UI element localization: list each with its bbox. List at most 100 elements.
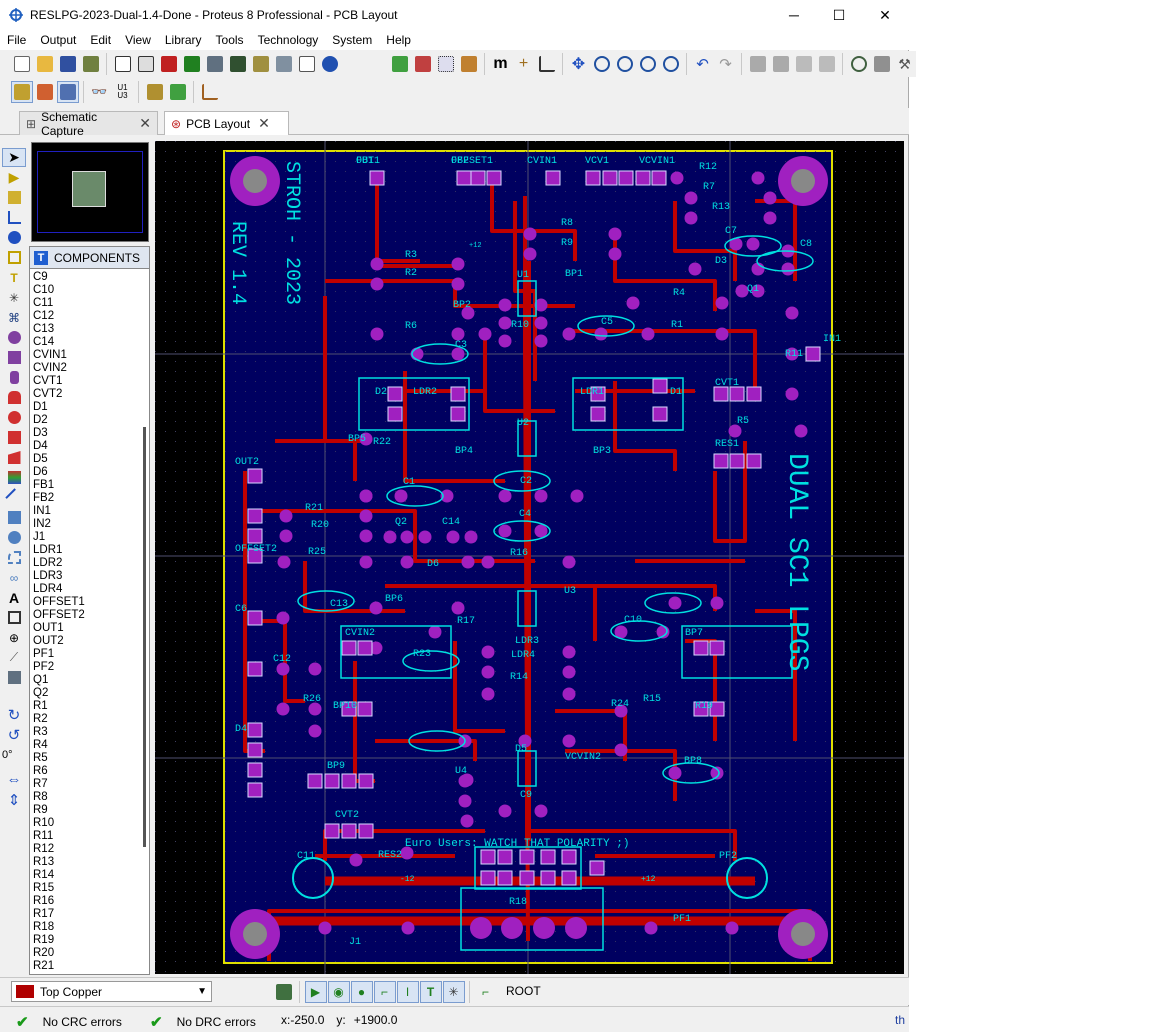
arc-mode-icon[interactable] bbox=[2, 548, 26, 567]
rotation-angle-field[interactable]: 0° bbox=[2, 745, 26, 764]
component-list-item[interactable]: CVT1 bbox=[32, 375, 138, 388]
filter-tracks-icon[interactable]: ⌐ bbox=[373, 981, 396, 1003]
component-list-item[interactable]: R5 bbox=[32, 752, 138, 765]
rotate-anticlockwise-icon[interactable]: ↺ bbox=[2, 725, 26, 744]
connectivity-icon[interactable]: ✳ bbox=[2, 288, 26, 307]
component-list-item[interactable]: R4 bbox=[32, 739, 138, 752]
component-list-item[interactable]: R11 bbox=[32, 830, 138, 843]
refresh-icon[interactable] bbox=[389, 53, 411, 75]
import-icon[interactable] bbox=[80, 53, 102, 75]
layers-stack-icon[interactable] bbox=[273, 981, 295, 1003]
redo-icon[interactable]: ↷ bbox=[715, 53, 737, 75]
component-list-item[interactable]: OUT2 bbox=[32, 635, 138, 648]
pcb-editing-canvas[interactable]: STROH - 2023 REV 1.4 DUAL SC1 LPGS Euro Use… bbox=[155, 141, 904, 974]
block-copy-icon[interactable] bbox=[747, 53, 769, 75]
filter-vias-icon[interactable]: ● bbox=[350, 981, 373, 1003]
open-folder-icon[interactable] bbox=[34, 53, 56, 75]
new-file-icon[interactable] bbox=[11, 53, 33, 75]
component-list-item[interactable]: LDR3 bbox=[32, 570, 138, 583]
marker-mode-icon[interactable]: ⊕ bbox=[2, 628, 26, 647]
dil-pad-icon[interactable] bbox=[2, 368, 26, 387]
component-list-item[interactable]: R2 bbox=[32, 713, 138, 726]
menu-library[interactable]: Library bbox=[158, 30, 209, 50]
zoom-area-icon[interactable] bbox=[660, 53, 682, 75]
selection-mode-icon[interactable]: ➤ bbox=[2, 148, 26, 167]
layers-icon[interactable] bbox=[458, 53, 480, 75]
help-icon[interactable] bbox=[319, 53, 341, 75]
gerber-icon[interactable] bbox=[227, 53, 249, 75]
tab-pcb-layout[interactable]: ⊛ PCB Layout ✕ bbox=[164, 111, 289, 135]
menu-file[interactable]: File bbox=[0, 30, 33, 50]
block-rotate-icon[interactable] bbox=[793, 53, 815, 75]
bom-icon[interactable] bbox=[250, 53, 272, 75]
3d-view-icon[interactable] bbox=[204, 53, 226, 75]
component-list-item[interactable]: R10 bbox=[32, 817, 138, 830]
path-mode-icon[interactable]: ∞ bbox=[2, 568, 26, 587]
package-mode-icon[interactable] bbox=[2, 188, 26, 207]
component-list-item[interactable]: R12 bbox=[32, 843, 138, 856]
circle-mode-icon[interactable] bbox=[2, 528, 26, 547]
menu-view[interactable]: View bbox=[118, 30, 158, 50]
zoom-in-icon[interactable] bbox=[591, 53, 613, 75]
grid-icon[interactable] bbox=[435, 53, 457, 75]
component-list-item[interactable]: OFFSET1 bbox=[32, 596, 138, 609]
component-list-item[interactable]: D2 bbox=[32, 414, 138, 427]
square-pad-icon[interactable] bbox=[2, 348, 26, 367]
menu-system[interactable]: System bbox=[325, 30, 379, 50]
minimize-button[interactable]: ─ bbox=[771, 0, 817, 30]
component-list-item[interactable]: D3 bbox=[32, 427, 138, 440]
component-list-item[interactable]: C12 bbox=[32, 310, 138, 323]
zoom-out-icon[interactable] bbox=[614, 53, 636, 75]
ratsnest-icon[interactable] bbox=[56, 81, 79, 103]
dimension-mode-icon[interactable]: ⟋ bbox=[2, 648, 26, 667]
component-list-item[interactable]: J1 bbox=[32, 531, 138, 544]
schematic-icon[interactable] bbox=[135, 53, 157, 75]
layout-mode-icon[interactable] bbox=[10, 81, 33, 103]
component-list-item[interactable]: OFFSET2 bbox=[32, 609, 138, 622]
component-list-item[interactable]: LDR1 bbox=[32, 544, 138, 557]
zone-mode-icon[interactable] bbox=[2, 248, 26, 267]
component-list-item[interactable]: C14 bbox=[32, 336, 138, 349]
polygonal-smt-pad-icon[interactable] bbox=[2, 448, 26, 467]
design-rule-icon[interactable] bbox=[199, 81, 221, 103]
component-list-item[interactable]: R13 bbox=[32, 856, 138, 869]
drc-status[interactable]: ✔ No DRC errors bbox=[150, 1013, 256, 1031]
save-icon[interactable] bbox=[57, 53, 79, 75]
component-list-item[interactable]: CVT2 bbox=[32, 388, 138, 401]
edge-pad-icon[interactable] bbox=[2, 388, 26, 407]
menu-tools[interactable]: Tools bbox=[209, 30, 251, 50]
annotate-icon[interactable]: U1 U3 bbox=[112, 81, 134, 103]
simulation-icon[interactable] bbox=[181, 53, 203, 75]
component-list-item[interactable]: Q2 bbox=[32, 687, 138, 700]
component-list-item[interactable]: CVIN1 bbox=[32, 349, 138, 362]
metric-toggle-icon[interactable]: m bbox=[490, 53, 512, 75]
component-list-item[interactable]: Q1 bbox=[32, 674, 138, 687]
component-list-item[interactable]: R20 bbox=[32, 947, 138, 960]
component-list-item[interactable]: R21 bbox=[32, 960, 138, 973]
component-list-item[interactable]: IN1 bbox=[32, 505, 138, 518]
component-list-item[interactable]: C10 bbox=[32, 284, 138, 297]
filter-pads-icon[interactable]: ◉ bbox=[327, 981, 350, 1003]
filter-misc-icon[interactable]: ⌐ bbox=[475, 981, 497, 1003]
filter-dimensions-icon[interactable]: I bbox=[396, 981, 419, 1003]
close-tab-icon[interactable]: ✕ bbox=[258, 115, 270, 132]
component-list-item[interactable]: R17 bbox=[32, 908, 138, 921]
ratsnest-mode-icon[interactable]: T bbox=[2, 268, 26, 287]
component-list-item[interactable]: D4 bbox=[32, 440, 138, 453]
close-window-button[interactable]: ✕ bbox=[862, 0, 908, 30]
mirror-horizontal-icon[interactable]: ⇔ bbox=[2, 770, 26, 789]
false-origin-icon[interactable] bbox=[536, 53, 558, 75]
pan-icon[interactable]: ✥ bbox=[568, 53, 590, 75]
component-list-item[interactable]: IN2 bbox=[32, 518, 138, 531]
notes-icon[interactable] bbox=[296, 53, 318, 75]
circular-smt-pad-icon[interactable] bbox=[2, 408, 26, 427]
make-package-icon[interactable] bbox=[871, 53, 893, 75]
component-list-item[interactable]: C11 bbox=[32, 297, 138, 310]
search-tag-icon[interactable]: 👓 bbox=[89, 81, 111, 103]
layer-selector[interactable]: Top Copper ▼ bbox=[11, 981, 212, 1002]
component-list-item[interactable]: LDR2 bbox=[32, 557, 138, 570]
component-list-item[interactable]: R19 bbox=[32, 934, 138, 947]
component-list-item[interactable]: R14 bbox=[32, 869, 138, 882]
block-move-icon[interactable] bbox=[770, 53, 792, 75]
component-list-item[interactable]: PF2 bbox=[32, 661, 138, 674]
